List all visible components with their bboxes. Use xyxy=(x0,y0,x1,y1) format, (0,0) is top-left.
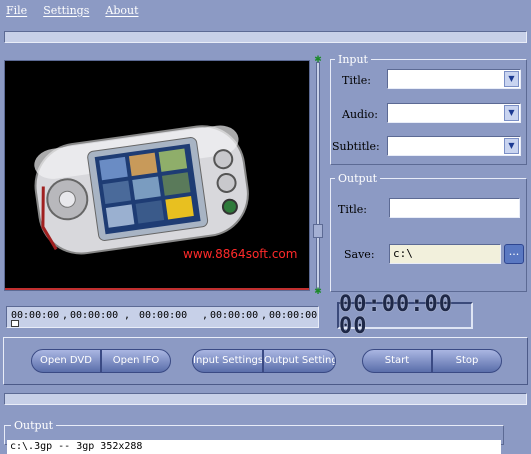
output-log-group: Output c:\.3gp -- 3gp 352x288 xyxy=(4,419,504,454)
timeline-separator: , xyxy=(261,310,268,321)
timeline-separator: , xyxy=(124,310,131,321)
open-ifo-button[interactable]: Open IFO xyxy=(101,349,171,373)
open-dvd-button[interactable]: Open DVD xyxy=(31,349,101,373)
input-subtitle-select[interactable]: ▼ xyxy=(387,136,521,156)
input-title-label: Title: xyxy=(342,74,372,87)
timeline-tick: 00:00:00 xyxy=(139,310,188,321)
dropdown-arrow-icon[interactable]: ▼ xyxy=(504,138,519,154)
bottom-progress-bar xyxy=(4,393,527,405)
browse-icon[interactable]: ... xyxy=(504,244,524,264)
slider-marker-icon: ✱ xyxy=(314,287,322,297)
dropdown-arrow-icon[interactable]: ▼ xyxy=(504,71,519,87)
slider-track xyxy=(316,62,320,290)
menu-settings[interactable]: Settings xyxy=(43,4,89,17)
input-title-select[interactable]: ▼ xyxy=(387,69,521,89)
menu-bar: File Settings About xyxy=(0,0,531,20)
timeline-separator: , xyxy=(202,310,209,321)
video-bottom-line xyxy=(5,288,309,290)
dropdown-arrow-icon[interactable]: ▼ xyxy=(504,105,519,121)
timeline-separator: , xyxy=(62,310,69,321)
output-group: Output xyxy=(330,172,527,292)
vertical-slider[interactable]: ✱ ✱ xyxy=(313,55,323,297)
output-log-legend: Output xyxy=(14,419,54,432)
input-group-legend: Input xyxy=(338,53,368,66)
output-group-legend: Output xyxy=(338,172,378,185)
timeline-tick: 00:00:00 xyxy=(70,310,119,321)
menu-about[interactable]: About xyxy=(105,4,138,17)
video-preview: www.8864soft.com xyxy=(4,60,310,291)
slider-marker-icon: ✱ xyxy=(314,55,322,65)
top-progress-bar xyxy=(4,31,527,43)
start-button[interactable]: Start xyxy=(362,349,432,373)
watermark-text: www.8864soft.com xyxy=(183,247,298,261)
output-title-label: Title: xyxy=(338,203,368,216)
time-display: 00:00:00 00 xyxy=(337,293,473,337)
input-subtitle-label: Subtitle: xyxy=(332,140,380,153)
output-log-text: c:\.3gp -- 3gp 352x288 xyxy=(7,440,501,454)
menu-file[interactable]: File xyxy=(6,4,27,17)
output-settings-button[interactable]: Output Settings xyxy=(263,349,336,373)
timeline-thumb[interactable] xyxy=(11,320,19,327)
timeline-bar[interactable]: 00:00:00 , 00:00:00 , 00:00:00 , 00:00:0… xyxy=(6,306,319,328)
slider-thumb[interactable] xyxy=(313,224,323,238)
output-save-path-field[interactable]: c:\ xyxy=(389,244,501,264)
input-settings-button[interactable]: Input Settings xyxy=(192,349,263,373)
timeline-tick: 00:00:00 xyxy=(210,310,259,321)
device-body xyxy=(34,125,249,255)
stop-button[interactable]: Stop xyxy=(432,349,502,373)
output-save-label: Save: xyxy=(344,248,375,261)
input-audio-select[interactable]: ▼ xyxy=(387,103,521,123)
input-audio-label: Audio: xyxy=(342,108,378,121)
timeline-tick: 00:00:00 xyxy=(269,310,318,321)
output-title-field[interactable] xyxy=(389,198,520,218)
